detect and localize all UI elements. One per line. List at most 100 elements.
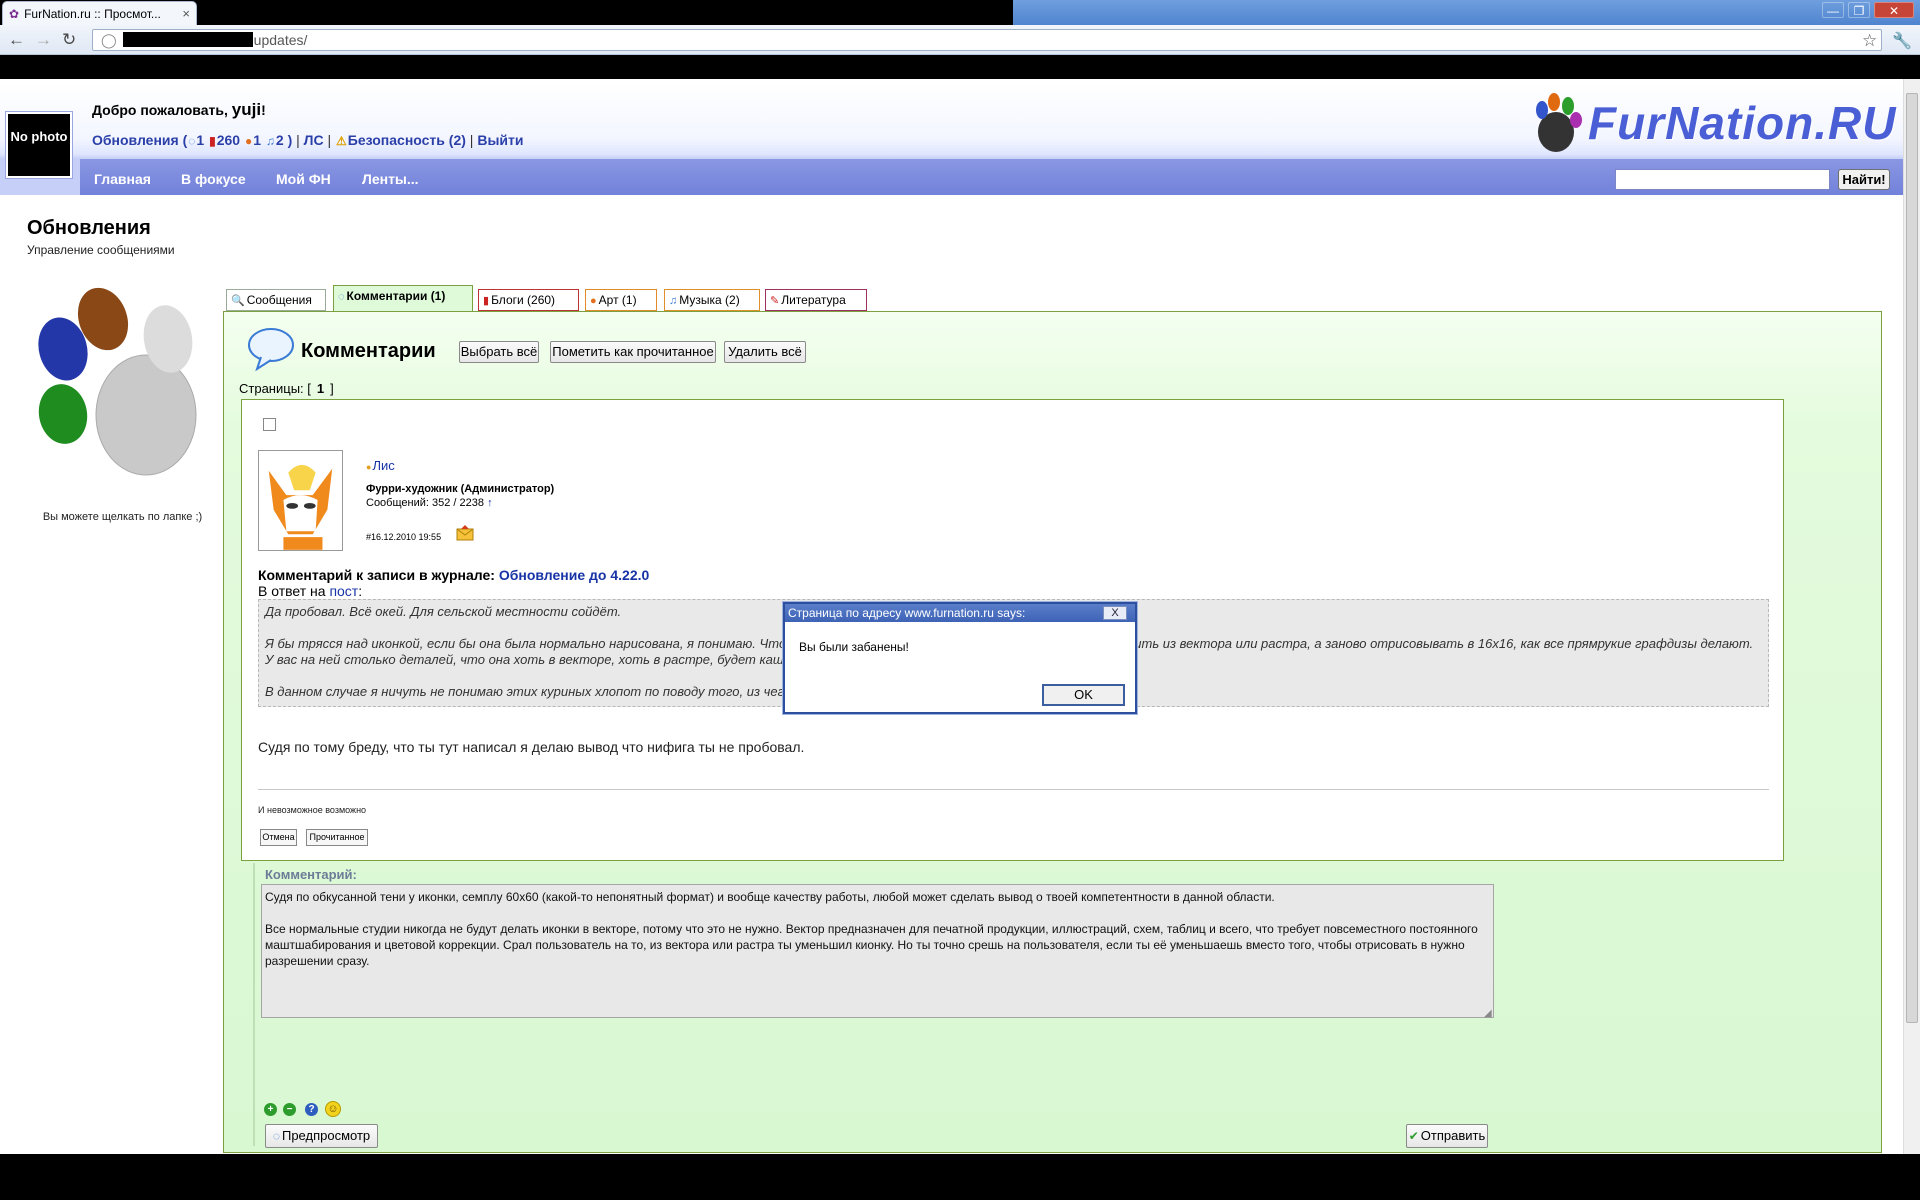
- username[interactable]: yuji: [232, 100, 261, 119]
- security-link[interactable]: Безопасность (2): [348, 132, 466, 148]
- url-text: updates/: [253, 32, 308, 48]
- alert-ok-button[interactable]: OK: [1042, 684, 1125, 706]
- author-posts-text: Сообщений: 352 / 2238: [366, 497, 484, 509]
- signature: И невозможное возможно: [258, 805, 367, 815]
- expand-plus-icon[interactable]: +: [264, 1103, 277, 1116]
- pm-link[interactable]: ЛС: [304, 132, 324, 148]
- tab-literature[interactable]: ✎ Литература: [765, 289, 867, 311]
- paw-icon[interactable]: [28, 279, 228, 499]
- paw-caption: Вы можете щелкать по лапке ;): [42, 511, 203, 523]
- checkmark-icon: ✔: [1408, 1129, 1419, 1143]
- tab-music-label: Музыка (2): [679, 293, 740, 307]
- tab-art-label: Арт (1): [598, 293, 637, 307]
- fox-avatar-icon[interactable]: [258, 450, 343, 551]
- nav-focus[interactable]: В фокусе: [181, 171, 246, 187]
- tab-messages-label: Сообщения: [246, 293, 312, 307]
- author-name-text[interactable]: Лис: [372, 458, 394, 473]
- nav-my-fn[interactable]: Мой ФН: [276, 171, 331, 187]
- art-count[interactable]: 1: [253, 132, 261, 148]
- select-all-button[interactable]: Выбрать всё: [459, 341, 539, 363]
- tab-messages[interactable]: 🔍 Сообщения: [226, 289, 326, 311]
- tab-comments[interactable]: ◌ Комментарии (1): [333, 285, 473, 312]
- comments-count[interactable]: 1: [196, 132, 204, 148]
- music-count[interactable]: 2: [276, 132, 284, 148]
- nav-home[interactable]: Главная: [94, 171, 151, 187]
- address-bar[interactable]: ◯ updates/: [92, 29, 1882, 51]
- reload-icon[interactable]: ↻: [62, 30, 76, 50]
- delete-all-button[interactable]: Удалить всё: [724, 341, 806, 363]
- reply-form-border: [253, 863, 255, 1146]
- mark-read-small-button[interactable]: Прочитанное: [306, 829, 368, 846]
- back-arrow-icon[interactable]: ←: [8, 30, 25, 50]
- minimize-button[interactable]: —: [1822, 2, 1844, 18]
- blogs-count[interactable]: 260: [217, 132, 240, 148]
- author-posts: Сообщений: 352 / 2238 ↑: [366, 497, 493, 509]
- online-dot-icon: ●: [366, 462, 372, 472]
- logout-link[interactable]: Выйти: [477, 132, 523, 148]
- scrollbar-thumb[interactable]: [1906, 93, 1918, 1023]
- preview-button[interactable]: ◌ Предпросмотр: [265, 1124, 378, 1148]
- cancel-button[interactable]: Отмена: [260, 829, 297, 846]
- section-heading: Комментарии: [301, 340, 436, 362]
- tab-blogs-label: Блоги (260): [491, 293, 556, 307]
- comment-bubble-icon: [248, 328, 294, 371]
- status-line: Обновления (◌1 ▮260 ●1 ♫2 ) | ЛС | ⚠Безо…: [92, 132, 524, 148]
- reply-to: В ответ на пост:: [258, 583, 362, 599]
- pages-label: Страницы: [: [239, 381, 311, 396]
- reply-envelope-icon[interactable]: [456, 525, 474, 541]
- up-arrow-icon[interactable]: ↑: [487, 497, 493, 509]
- tab-blogs[interactable]: ▮ Блоги (260): [478, 289, 579, 311]
- art-palette-icon: ●: [244, 134, 253, 148]
- mark-read-button[interactable]: Пометить как прочитанное: [550, 341, 716, 363]
- warning-icon: ⚠: [336, 134, 347, 148]
- wrench-icon[interactable]: 🔧: [1892, 31, 1912, 51]
- select-checkbox[interactable]: [263, 418, 276, 431]
- tab-close-icon[interactable]: ×: [182, 6, 190, 21]
- journal-title: Комментарий к записи в журнале: Обновлен…: [258, 567, 649, 583]
- shrink-minus-icon[interactable]: −: [283, 1103, 296, 1116]
- send-button[interactable]: ✔ Отправить: [1406, 1124, 1488, 1148]
- comment-bubble-icon: ◌: [272, 1129, 280, 1143]
- bookmark-star-icon[interactable]: ☆: [1862, 31, 1877, 51]
- tab-art[interactable]: ● Арт (1): [585, 289, 657, 311]
- window-close-button[interactable]: ✕: [1874, 2, 1914, 18]
- nav-feeds[interactable]: Ленты...: [362, 171, 419, 187]
- site-logo-text[interactable]: FurNation.RU: [1588, 96, 1896, 150]
- comment-textarea[interactable]: Судя по обкусанной тени у иконки, семплу…: [261, 884, 1494, 1018]
- updates-link[interactable]: Обновления (: [92, 132, 187, 148]
- comment-bubble-icon: ◌: [338, 291, 345, 303]
- browser-tab[interactable]: ✿ FurNation.ru :: Просмот... ×: [2, 1, 197, 25]
- smiley-icon[interactable]: ☺: [325, 1101, 341, 1117]
- pen-icon: ✎: [770, 295, 780, 307]
- welcome-text: Добро пожаловать, yuji!: [92, 100, 266, 120]
- author-name[interactable]: ●Лис: [366, 458, 395, 473]
- welcome-suffix: !: [261, 102, 266, 118]
- forward-arrow-icon[interactable]: →: [35, 30, 52, 50]
- resize-grip-icon[interactable]: ◢: [1484, 1008, 1492, 1019]
- browser-toolbar: ← → ↻ ◯ updates/: [0, 25, 1920, 55]
- tab-music[interactable]: ♫ Музыка (2): [664, 289, 760, 311]
- blog-book-icon: ▮: [483, 295, 490, 307]
- search-button[interactable]: Найти!: [1838, 169, 1890, 190]
- preview-label: Предпросмотр: [281, 1128, 371, 1143]
- page-link[interactable]: 1: [317, 381, 324, 396]
- alert-titlebar: Страница по адресу www.furnation.ru says…: [785, 604, 1135, 622]
- welcome-prefix: Добро пожаловать,: [92, 102, 228, 118]
- signature-divider: [258, 789, 1769, 790]
- help-icon[interactable]: ?: [305, 1103, 318, 1116]
- music-note-icon: ♫: [669, 295, 678, 307]
- avatar[interactable]: No photo: [5, 111, 73, 179]
- tab-comments-label: Комментарии (1): [346, 289, 446, 303]
- tab-title: FurNation.ru :: Просмот...: [24, 6, 161, 21]
- maximize-button[interactable]: ❐: [1848, 2, 1870, 18]
- journal-link[interactable]: Обновление до 4.22.0: [499, 567, 649, 583]
- reply-post-link[interactable]: пост: [329, 583, 358, 599]
- scrollbar[interactable]: [1903, 79, 1920, 1154]
- search-input[interactable]: [1615, 169, 1830, 190]
- send-label: Отправить: [1420, 1128, 1486, 1143]
- comment-label: Комментарий:: [265, 867, 357, 882]
- alert-close-button[interactable]: X: [1103, 606, 1127, 620]
- comment-date[interactable]: #16.12.2010 19:55: [366, 532, 441, 542]
- site-header: No photo Добро пожаловать, yuji! Обновле…: [0, 84, 1903, 195]
- alert-message: Вы были забанены!: [799, 640, 909, 654]
